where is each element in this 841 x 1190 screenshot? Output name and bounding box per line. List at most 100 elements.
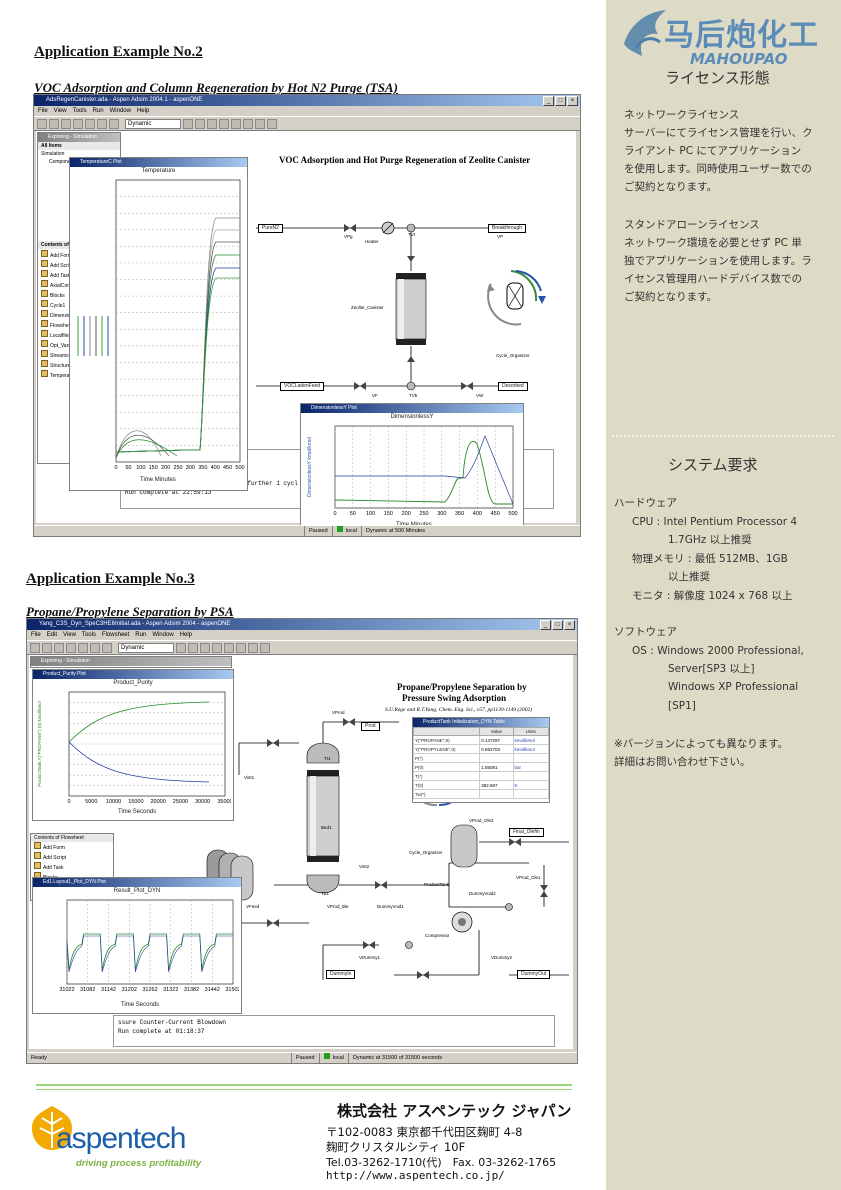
table-cell[interactable]	[512, 753, 549, 763]
step-icon[interactable]	[188, 642, 198, 653]
copy-icon[interactable]	[90, 642, 100, 653]
temperature-plot-titlebar: TemperatureC Plot	[70, 158, 247, 167]
open-icon[interactable]	[49, 118, 59, 129]
pause-icon[interactable]	[200, 642, 210, 653]
plot-icon[interactable]	[248, 642, 258, 653]
network-body-line: ライアント PC にてアプリケーション	[624, 145, 802, 157]
tag-prod[interactable]: Prod	[361, 722, 380, 731]
run-icon[interactable]	[183, 118, 193, 129]
footer-green-line	[36, 1084, 572, 1086]
restart-icon[interactable]	[219, 118, 229, 129]
window-title: AdsRegenCanister.ada - Aspen Adsim 2004.…	[46, 97, 203, 103]
new-icon[interactable]	[37, 118, 47, 129]
table-cell[interactable]: 382.687	[479, 780, 514, 790]
flowsheet-icon[interactable]	[236, 642, 246, 653]
menu-view[interactable]: View	[54, 108, 67, 114]
close-button[interactable]: ×	[564, 620, 575, 630]
table-cell[interactable]: P(0)	[412, 762, 481, 772]
table-cell[interactable]: K	[512, 780, 549, 790]
x-tick-label: 35000	[217, 799, 231, 805]
menu-view[interactable]: View	[63, 632, 76, 638]
company-url[interactable]: http://www.aspentech.co.jp/	[326, 1169, 505, 1182]
pause-icon[interactable]	[207, 118, 217, 129]
table-cell[interactable]: bar	[512, 762, 549, 772]
menu-tools[interactable]: Tools	[82, 632, 96, 638]
table-cell[interactable]: Y("PROPYLENE",0)	[412, 744, 481, 754]
menu-run[interactable]: Run	[135, 632, 146, 638]
run-mode-select[interactable]: Dynamic	[118, 642, 174, 653]
contents-item[interactable]: Add Task	[34, 862, 113, 872]
rewind-icon[interactable]	[224, 642, 234, 653]
plot-icon[interactable]	[255, 118, 265, 129]
menu-help[interactable]: Help	[137, 108, 149, 114]
menu-window[interactable]: Window	[110, 108, 131, 114]
menu-help[interactable]: Help	[180, 632, 192, 638]
tag-breakthrough[interactable]: Breakthrough	[488, 224, 527, 233]
close-button[interactable]: ×	[567, 96, 578, 106]
tag-pure-n2[interactable]: PureN2	[258, 224, 283, 233]
table-cell[interactable]: T(0)	[412, 780, 481, 790]
dimensionless-plot-titlebar: DimensionlessY Plot	[301, 404, 523, 413]
cut-icon[interactable]	[78, 642, 88, 653]
table-icon[interactable]	[260, 642, 270, 653]
print-icon[interactable]	[66, 642, 76, 653]
table-cell[interactable]	[479, 789, 514, 799]
restart-icon[interactable]	[212, 642, 222, 653]
step-icon[interactable]	[195, 118, 205, 129]
table-row: P(0) 1.85081 bar	[412, 762, 549, 772]
copy-icon[interactable]	[97, 118, 107, 129]
flowsheet-icon[interactable]	[243, 118, 253, 129]
print-icon[interactable]	[73, 118, 83, 129]
open-icon[interactable]	[42, 642, 52, 653]
minimize-button[interactable]: _	[543, 96, 554, 106]
contents-item[interactable]: Add Form	[34, 842, 113, 852]
table-cell[interactable]: kmol/kmol	[512, 744, 549, 754]
menu-tools[interactable]: Tools	[73, 108, 87, 114]
save-icon[interactable]	[61, 118, 71, 129]
table-cell[interactable]: P(*)	[412, 753, 481, 763]
run-mode-select[interactable]: Dynamic	[125, 118, 181, 129]
cut-icon[interactable]	[85, 118, 95, 129]
temperature-chart: 0 50 100 150 200 250 300 350 400 450 500	[77, 179, 245, 471]
label-dummy-void2: DummyVoid2	[469, 891, 496, 896]
table-cell[interactable]: T(*)	[412, 771, 481, 781]
paste-icon[interactable]	[102, 642, 112, 653]
contents-item[interactable]: Add Script	[34, 852, 113, 862]
temperature-plot-window: TemperatureC Plot Temperature 0 50 100 150 2…	[69, 157, 248, 491]
paste-icon[interactable]	[109, 118, 119, 129]
table-cell[interactable]	[512, 789, 549, 799]
hardware-title: ハードウェア	[614, 497, 677, 509]
menu-run[interactable]: Run	[93, 108, 104, 114]
aspentech-logo-text: aspentech	[56, 1122, 186, 1155]
save-icon[interactable]	[54, 642, 64, 653]
table-cell[interactable]	[479, 771, 514, 781]
table-cell[interactable]: Y("PROPANE",0)	[412, 735, 481, 745]
tag-final-olefin[interactable]: Final_Olefin	[509, 828, 544, 837]
tag-voc-feed[interactable]: VOCLadenFeed	[280, 382, 325, 391]
minimize-button[interactable]: _	[540, 620, 551, 630]
table-cell[interactable]: 0.147297	[479, 735, 514, 745]
console-line: Run complete at 01:18:37	[118, 1028, 205, 1035]
rewind-icon[interactable]	[231, 118, 241, 129]
table-cell[interactable]: 0.852703	[479, 744, 514, 754]
menu-file[interactable]: File	[38, 108, 48, 114]
menu-window[interactable]: Window	[152, 632, 173, 638]
tag-desorbed[interactable]: Desorbed	[498, 382, 528, 391]
new-icon[interactable]	[30, 642, 40, 653]
maximize-button[interactable]: □	[555, 96, 566, 106]
x-tick-label: 31082	[80, 987, 95, 993]
table-cell[interactable]: 1.85081	[479, 762, 514, 772]
menu-file[interactable]: File	[31, 632, 41, 638]
tag-dummy-in[interactable]: DummyIn	[326, 970, 356, 979]
table-icon[interactable]	[267, 118, 277, 129]
table-cell[interactable]: kmol/kmol	[512, 735, 549, 745]
run-icon[interactable]	[176, 642, 186, 653]
tag-dummy-out[interactable]: DummyOut	[517, 970, 551, 979]
menu-edit[interactable]: Edit	[47, 632, 57, 638]
table-cell[interactable]: Tw(*)	[412, 789, 481, 799]
x-tick-label: 0	[333, 511, 336, 517]
table-cell[interactable]	[479, 753, 514, 763]
table-cell[interactable]	[512, 771, 549, 781]
maximize-button[interactable]: □	[552, 620, 563, 630]
menu-flowsheet[interactable]: Flowsheet	[102, 632, 129, 638]
